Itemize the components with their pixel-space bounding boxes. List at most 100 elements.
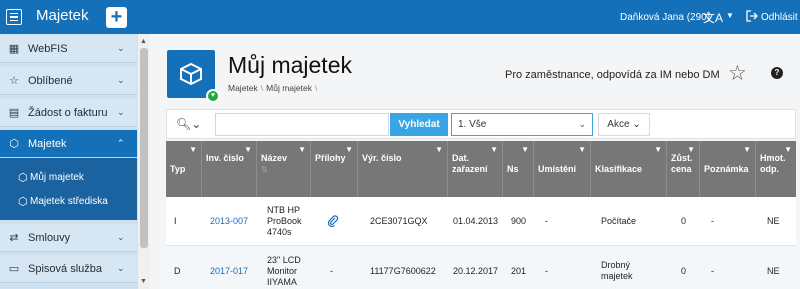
column-header-nazev[interactable]: ▼ Název ⇅ xyxy=(257,141,311,197)
breadcrumb-item[interactable]: Majetek xyxy=(228,83,258,93)
sidebar-item-spisova[interactable]: ▭ Spisová služba ⌄ xyxy=(0,255,137,283)
filter-icon[interactable]: ▼ xyxy=(298,144,306,155)
sidebar-item-label: Majetek xyxy=(28,137,67,150)
search-icon[interactable]: 🔍︎⌄ xyxy=(176,117,201,131)
table-row[interactable]: I 2013-007 NTB HP ProBook 4740s 2CE3071G… xyxy=(166,197,796,246)
cell-vyr: 11177G7600622 xyxy=(370,265,436,276)
chevron-down-icon: ⌄ xyxy=(117,232,125,242)
cell-umisteni: - xyxy=(545,265,548,276)
sidebar-item-webfis[interactable]: ▦ WebFIS ⌄ xyxy=(0,35,137,63)
sidebar-item-label: Spisová služba xyxy=(28,262,102,275)
filter-icon[interactable]: ▼ xyxy=(578,144,586,155)
favorite-star-icon[interactable]: ☆ xyxy=(728,61,747,86)
chevron-down-icon: ⌄ xyxy=(578,119,586,129)
language-icon[interactable]: 文A xyxy=(703,9,723,26)
breadcrumb-item[interactable]: Můj majetek xyxy=(266,83,312,93)
filter-select-value: 1. Vše xyxy=(458,119,487,130)
scroll-down-icon[interactable]: ▼ xyxy=(140,278,147,285)
cell-ns: 900 xyxy=(511,215,527,226)
box-icon: ⬡ xyxy=(9,138,19,150)
sidebar-item-label: Žádost o fakturu xyxy=(28,106,108,119)
add-button[interactable]: + xyxy=(106,7,127,28)
sidebar-item-majetek[interactable]: ⬡ Majetek ⌃ xyxy=(0,130,137,158)
column-header-typ[interactable]: ▼ Typ xyxy=(166,141,202,197)
sidebar-submenu: ⬡ Můj majetek ⬡ Majetek střediska xyxy=(0,158,137,220)
column-header-cena[interactable]: ▼ Zůst. cena xyxy=(667,141,700,197)
cell-hmot: NE xyxy=(767,265,780,276)
filter-icon[interactable]: ▼ xyxy=(189,144,197,155)
sidebar-item-label: Oblíbené xyxy=(28,74,73,87)
column-header-hmot[interactable]: ▼ Hmot. odp. xyxy=(756,141,796,197)
filter-icon[interactable]: ▼ xyxy=(654,144,662,155)
chevron-down-icon: ⌄ xyxy=(632,119,641,130)
sidebar-subitem-label: Majetek střediska xyxy=(30,195,108,207)
filter-icon[interactable]: ▼ xyxy=(687,144,695,155)
table-header: ▼ Typ ▼ Inv. číslo ▼ Název ⇅ ▼ Přílohy ▼ Výr. … xyxy=(166,141,796,197)
folder-icon: ▭ xyxy=(8,263,20,275)
filter-select[interactable]: 1. Vše ⌄ xyxy=(451,113,593,136)
table-row[interactable]: D 2017-017 23" LCD Monitor IIYAMA - 1117… xyxy=(166,247,796,289)
filter-icon[interactable]: ▼ xyxy=(784,144,792,155)
grid-icon: ▦ xyxy=(8,43,20,55)
scrollbar-thumb[interactable] xyxy=(140,48,148,248)
chevron-down-icon: ⌄ xyxy=(117,263,125,273)
sidebar-subitem-label: Můj majetek xyxy=(30,171,84,183)
box-heart-icon: ⬡ xyxy=(18,171,28,184)
chevron-down-icon: ⌄ xyxy=(117,107,125,117)
column-header-klasifikace[interactable]: ▼ Klasifikace xyxy=(591,141,667,197)
search-button[interactable]: Vyhledat xyxy=(390,113,448,136)
cell-prilohy: - xyxy=(330,265,333,276)
document-icon: ▤ xyxy=(8,107,20,119)
paperclip-icon[interactable] xyxy=(323,197,353,245)
column-header-umisteni[interactable]: ▼ Umístění xyxy=(534,141,591,197)
cell-umisteni: - xyxy=(545,215,548,226)
cell-inv-link[interactable]: 2013-007 xyxy=(206,197,258,245)
cell-cena: 0 xyxy=(681,265,687,276)
app-title[interactable]: Majetek xyxy=(36,7,89,24)
menu-toggle-icon[interactable] xyxy=(6,9,22,25)
cell-poznamka: - xyxy=(711,265,714,276)
filter-icon[interactable]: ▼ xyxy=(435,144,443,155)
sidebar-item-label: WebFIS xyxy=(28,42,68,55)
cell-dat: 01.04.2013 xyxy=(453,215,499,226)
chevron-up-icon: ⌃ xyxy=(117,138,125,148)
chevron-down-icon: ⌄ xyxy=(117,43,125,53)
user-name[interactable]: Daňková Jana (290) xyxy=(620,12,710,23)
filter-icon[interactable]: ▼ xyxy=(345,144,353,155)
search-input[interactable] xyxy=(215,113,389,136)
cell-klasifikace: Drobný majetek xyxy=(601,260,633,281)
column-header-ns[interactable]: ▼ Ns xyxy=(503,141,534,197)
cell-dat: 20.12.2017 xyxy=(453,265,499,276)
cell-vyr: 2CE3071GQX xyxy=(370,215,428,226)
sort-icon[interactable]: ⇅ xyxy=(261,164,306,175)
cell-typ: D xyxy=(174,265,181,276)
sidebar-item-oblibene[interactable]: ☆ Oblíbené ⌄ xyxy=(0,67,137,95)
heart-icon: ♥ xyxy=(206,89,220,103)
column-header-poznamka[interactable]: ▼ Poznámka xyxy=(700,141,756,197)
column-header-prilohy[interactable]: ▼ Přílohy xyxy=(311,141,358,197)
cell-inv-link[interactable]: 2017-017 xyxy=(206,247,258,289)
filter-icon[interactable]: ▼ xyxy=(521,144,529,155)
star-icon: ☆ xyxy=(9,75,19,87)
cell-klasifikace: Počítače xyxy=(601,215,637,226)
scroll-up-icon[interactable]: ▲ xyxy=(140,38,147,45)
page-title: Můj majetek xyxy=(228,52,352,78)
column-header-vyr[interactable]: ▼ Výr. číslo xyxy=(358,141,448,197)
logout-icon[interactable] xyxy=(746,10,758,22)
chevron-down-icon[interactable]: ▼ xyxy=(726,11,734,20)
sidebar-item-zadost[interactable]: ▤ Žádost o fakturu ⌄ xyxy=(0,99,137,127)
actions-dropdown[interactable]: Akce ⌄ xyxy=(598,113,650,136)
column-header-dat[interactable]: ▼ Dat. zařazení xyxy=(448,141,503,197)
filter-icon[interactable]: ▼ xyxy=(490,144,498,155)
logout-link[interactable]: Odhlásit xyxy=(761,12,798,23)
sidebar-subitem-majetek-strediska[interactable]: ⬡ Majetek střediska xyxy=(0,189,137,213)
sidebar-item-smlouvy[interactable]: ⇄ Smlouvy ⌄ xyxy=(0,224,137,252)
filter-icon[interactable]: ▼ xyxy=(743,144,751,155)
sidebar-item-label: Smlouvy xyxy=(28,231,71,244)
cell-nazev: NTB HP ProBook 4740s xyxy=(267,204,302,237)
sidebar-subitem-muj-majetek[interactable]: ⬡ Můj majetek xyxy=(0,165,137,189)
cell-cena: 0 xyxy=(681,215,687,226)
help-icon[interactable]: ? xyxy=(771,67,783,79)
filter-icon[interactable]: ▼ xyxy=(244,144,252,155)
column-header-inv[interactable]: ▼ Inv. číslo xyxy=(202,141,257,197)
